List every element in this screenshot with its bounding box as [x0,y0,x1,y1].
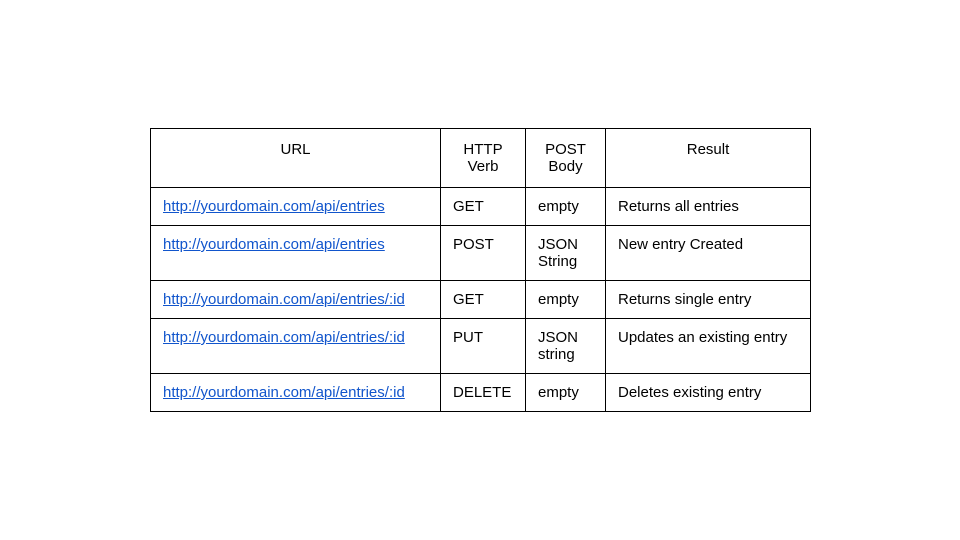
url-link[interactable]: http://yourdomain.com/api/entries/:id [163,329,405,346]
cell-url: http://yourdomain.com/api/entries/:id [151,319,441,374]
cell-result: Returns all entries [606,188,811,226]
url-link[interactable]: http://yourdomain.com/api/entries/:id [163,384,405,401]
url-link[interactable]: http://yourdomain.com/api/entries/:id [163,291,405,308]
table-row: http://yourdomain.com/api/entries GET em… [151,188,811,226]
api-endpoints-table: URL HTTP Verb POST Body Result http://yo… [150,128,811,412]
table-row: http://yourdomain.com/api/entries/:id PU… [151,319,811,374]
cell-verb: DELETE [441,374,526,412]
cell-url: http://yourdomain.com/api/entries/:id [151,281,441,319]
cell-body: JSON String [526,226,606,281]
api-table-container: URL HTTP Verb POST Body Result http://yo… [150,128,810,412]
cell-verb: PUT [441,319,526,374]
cell-result: Returns single entry [606,281,811,319]
header-url: URL [151,129,441,188]
table-row: http://yourdomain.com/api/entries/:id GE… [151,281,811,319]
cell-body: empty [526,188,606,226]
cell-url: http://yourdomain.com/api/entries [151,226,441,281]
cell-body: empty [526,374,606,412]
header-result: Result [606,129,811,188]
table-header-row: URL HTTP Verb POST Body Result [151,129,811,188]
cell-verb: GET [441,281,526,319]
cell-body: JSON string [526,319,606,374]
cell-result: Deletes existing entry [606,374,811,412]
table-row: http://yourdomain.com/api/entries POST J… [151,226,811,281]
table-row: http://yourdomain.com/api/entries/:id DE… [151,374,811,412]
cell-result: Updates an existing entry [606,319,811,374]
cell-verb: GET [441,188,526,226]
header-body: POST Body [526,129,606,188]
url-link[interactable]: http://yourdomain.com/api/entries [163,198,385,215]
cell-url: http://yourdomain.com/api/entries [151,188,441,226]
url-link[interactable]: http://yourdomain.com/api/entries [163,236,385,253]
header-verb: HTTP Verb [441,129,526,188]
cell-url: http://yourdomain.com/api/entries/:id [151,374,441,412]
cell-body: empty [526,281,606,319]
cell-result: New entry Created [606,226,811,281]
cell-verb: POST [441,226,526,281]
